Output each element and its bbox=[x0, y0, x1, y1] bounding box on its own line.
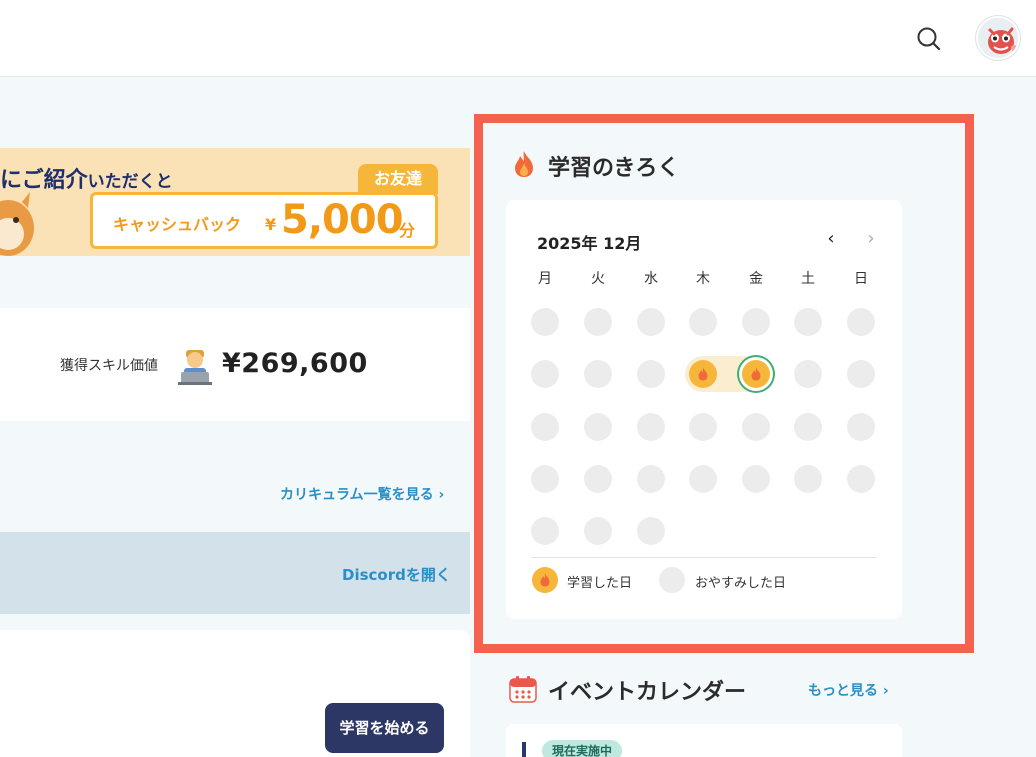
legend-rest-dot bbox=[659, 567, 685, 593]
weekday-label: 月 bbox=[538, 271, 552, 287]
cashback-label: キャッシュバック bbox=[113, 215, 242, 234]
calendar-day[interactable] bbox=[584, 465, 612, 493]
calendar-day[interactable] bbox=[742, 465, 770, 493]
legend-studied-dot bbox=[532, 567, 558, 593]
calendar-day[interactable] bbox=[847, 360, 875, 388]
calendar-icon bbox=[509, 676, 537, 703]
calendar-day[interactable] bbox=[637, 360, 665, 388]
search-icon[interactable] bbox=[914, 24, 944, 54]
weekday-label: 水 bbox=[644, 271, 658, 287]
flame-icon bbox=[540, 573, 550, 587]
calendar-day[interactable] bbox=[637, 413, 665, 441]
calendar-day[interactable] bbox=[742, 308, 770, 336]
calendar-day[interactable] bbox=[531, 360, 559, 388]
calendar-day[interactable] bbox=[584, 413, 612, 441]
calendar-day[interactable] bbox=[689, 465, 717, 493]
more-events-link[interactable]: もっと見る › bbox=[808, 680, 889, 700]
friend-tag: お友達 bbox=[358, 164, 438, 194]
calendar-day[interactable] bbox=[531, 517, 559, 545]
weekday-label: 火 bbox=[591, 271, 605, 287]
calendar-day[interactable] bbox=[689, 413, 717, 441]
calendar-day[interactable] bbox=[847, 413, 875, 441]
discord-bar: Discordを開く bbox=[0, 532, 470, 614]
calendar-day[interactable] bbox=[794, 360, 822, 388]
calendar-day-studied[interactable] bbox=[689, 360, 717, 388]
event-accent-bar bbox=[522, 742, 526, 757]
calendar-day-studied[interactable] bbox=[742, 360, 770, 388]
calendar-day[interactable] bbox=[689, 308, 717, 336]
calendar-day[interactable] bbox=[584, 308, 612, 336]
flame-icon bbox=[751, 367, 761, 381]
developer-emoji-icon bbox=[178, 350, 212, 385]
event-card[interactable]: 現在実施中 bbox=[506, 724, 902, 757]
calendar-day[interactable] bbox=[794, 308, 822, 336]
next-month-button[interactable]: › bbox=[862, 228, 880, 249]
calendar-day[interactable] bbox=[847, 465, 875, 493]
flame-icon bbox=[515, 151, 533, 177]
top-header bbox=[0, 0, 1036, 77]
legend-studied-label: 学習した日 bbox=[567, 576, 633, 591]
flame-icon bbox=[698, 367, 708, 381]
skill-label: 獲得スキル価値 bbox=[60, 358, 158, 374]
calendar-day[interactable] bbox=[531, 465, 559, 493]
legend-rest-label: おやすみした日 bbox=[695, 576, 787, 591]
cashback-amount: 5,000 bbox=[281, 197, 404, 243]
discord-open-link[interactable]: Discordを開く bbox=[342, 564, 451, 585]
weekday-label: 金 bbox=[749, 271, 763, 287]
cat-mascot-icon bbox=[0, 192, 34, 256]
calendar-day[interactable] bbox=[531, 308, 559, 336]
calendar-day[interactable] bbox=[637, 465, 665, 493]
cashback-unit: 分 bbox=[399, 221, 416, 240]
calendar-day[interactable] bbox=[637, 308, 665, 336]
calendar-day[interactable] bbox=[584, 517, 612, 545]
calendar-divider bbox=[532, 557, 876, 558]
curriculum-link[interactable]: カリキュラム一覧を見る › bbox=[280, 484, 444, 504]
calendar-day[interactable] bbox=[637, 517, 665, 545]
prev-month-button[interactable]: ‹ bbox=[822, 228, 840, 249]
event-calendar-title: イベントカレンダー bbox=[548, 680, 747, 705]
study-record-title: 学習のきろく bbox=[548, 156, 680, 181]
cashback-yen: ¥ bbox=[265, 215, 277, 234]
skill-value: ¥269,600 bbox=[222, 348, 368, 379]
skill-value-card: 獲得スキル価値 ¥269,600 bbox=[0, 308, 470, 421]
calendar-day[interactable] bbox=[794, 465, 822, 493]
calendar-day[interactable] bbox=[794, 413, 822, 441]
weekday-label: 木 bbox=[696, 271, 710, 287]
weekday-label: 日 bbox=[854, 271, 868, 287]
start-learning-button[interactable]: 学習を始める bbox=[325, 703, 444, 753]
calendar-day[interactable] bbox=[847, 308, 875, 336]
calendar-day[interactable] bbox=[531, 413, 559, 441]
cashback-box: キャッシュバック ¥ 5,000 分 bbox=[90, 192, 438, 249]
avatar[interactable] bbox=[976, 16, 1020, 60]
event-status-badge: 現在実施中 bbox=[542, 740, 623, 757]
weekday-label: 土 bbox=[801, 271, 815, 287]
calendar-day[interactable] bbox=[742, 413, 770, 441]
course-card: 学習を始める bbox=[0, 630, 470, 757]
calendar-month: 2025年 12月 bbox=[537, 234, 642, 253]
study-calendar: 2025年 12月 ‹ › 学習した日 おやすみした日 月 火 水 木 金 土 日 bbox=[506, 200, 902, 619]
calendar-day[interactable] bbox=[584, 360, 612, 388]
